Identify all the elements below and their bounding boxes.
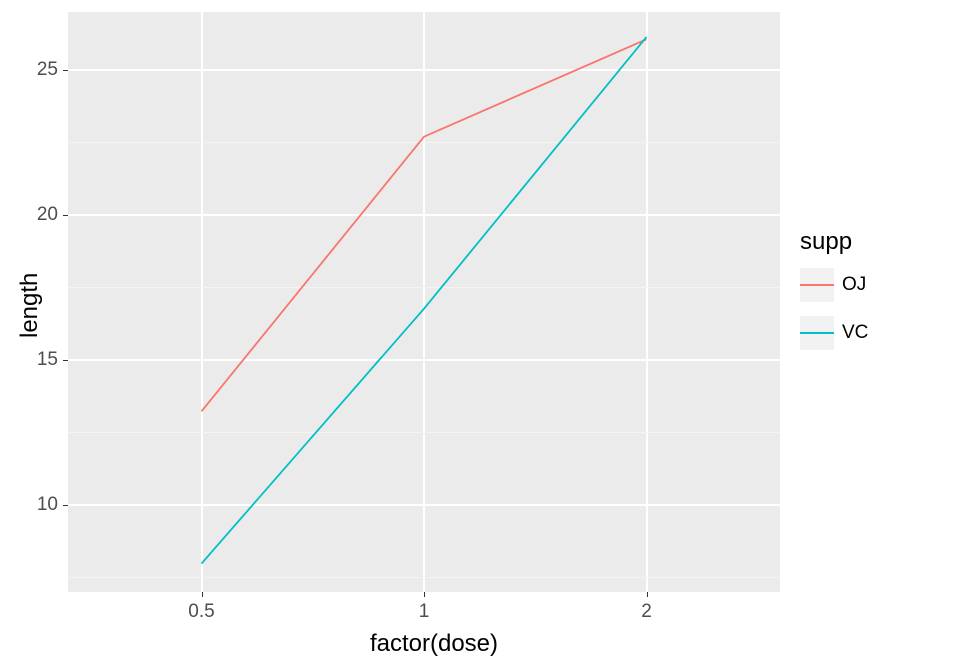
legend-label-VC: VC <box>842 316 868 350</box>
series-line-VC <box>202 37 647 564</box>
legend-swatch-line <box>800 332 834 334</box>
legend-label-OJ: OJ <box>842 268 866 302</box>
series-line-OJ <box>202 39 647 411</box>
legend-swatch-line <box>800 284 834 286</box>
chart-figure: length factor(dose) supp 101520250.512OJ… <box>0 0 960 672</box>
legend-key-OJ <box>800 268 834 302</box>
legend-key-VC <box>800 316 834 350</box>
